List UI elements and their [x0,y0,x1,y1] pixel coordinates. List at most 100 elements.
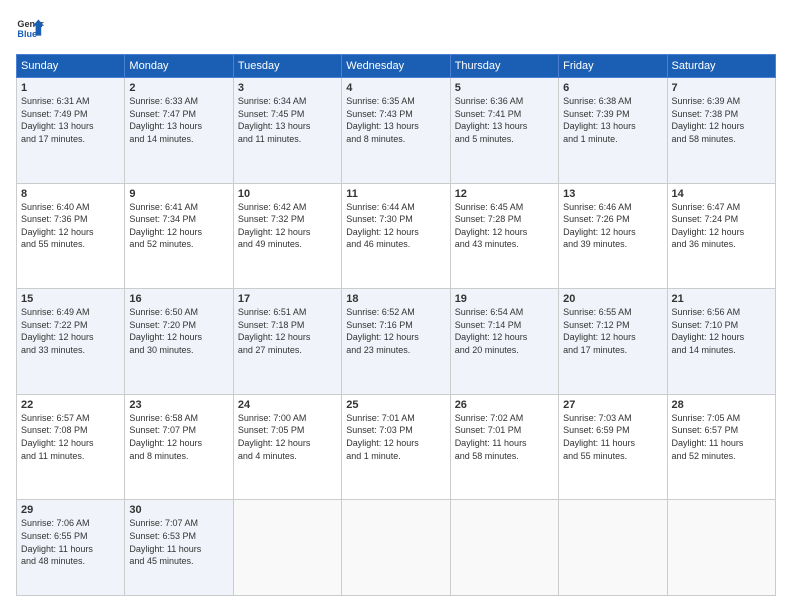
cell-line: Sunset: 7:38 PM [672,108,771,121]
cell-line: and 27 minutes. [238,344,337,357]
cell-line: Daylight: 12 hours [129,331,228,344]
cell-line: and 30 minutes. [129,344,228,357]
cell-line: Sunrise: 6:56 AM [672,306,771,319]
calendar-cell: 4Sunrise: 6:35 AMSunset: 7:43 PMDaylight… [342,78,450,184]
day-number: 11 [346,188,445,200]
cell-line: Sunrise: 7:00 AM [238,412,337,425]
day-number: 18 [346,293,445,305]
calendar-cell: 19Sunrise: 6:54 AMSunset: 7:14 PMDayligh… [450,289,558,395]
cell-line: Sunrise: 7:06 AM [21,517,120,530]
cell-content: Sunrise: 6:49 AMSunset: 7:22 PMDaylight:… [21,306,120,356]
calendar-cell [559,500,667,596]
cell-line: Daylight: 12 hours [21,331,120,344]
cell-line: Sunrise: 6:34 AM [238,95,337,108]
day-number: 26 [455,399,554,411]
calendar-cell: 7Sunrise: 6:39 AMSunset: 7:38 PMDaylight… [667,78,775,184]
cell-line: Sunrise: 7:01 AM [346,412,445,425]
cell-line: and 17 minutes. [563,344,662,357]
cell-line: and 39 minutes. [563,238,662,251]
cell-line: Sunset: 7:39 PM [563,108,662,121]
cell-line: Sunrise: 6:50 AM [129,306,228,319]
cell-line: Daylight: 13 hours [21,120,120,133]
calendar-cell: 24Sunrise: 7:00 AMSunset: 7:05 PMDayligh… [233,394,341,500]
cell-line: Sunrise: 6:55 AM [563,306,662,319]
calendar-cell: 15Sunrise: 6:49 AMSunset: 7:22 PMDayligh… [17,289,125,395]
cell-line: Sunrise: 6:39 AM [672,95,771,108]
cell-line: Sunset: 7:03 PM [346,424,445,437]
calendar-cell: 11Sunrise: 6:44 AMSunset: 7:30 PMDayligh… [342,183,450,289]
calendar-cell: 23Sunrise: 6:58 AMSunset: 7:07 PMDayligh… [125,394,233,500]
cell-line: Sunrise: 6:42 AM [238,201,337,214]
cell-content: Sunrise: 7:07 AMSunset: 6:53 PMDaylight:… [129,517,228,567]
cell-line: Sunset: 7:20 PM [129,319,228,332]
cell-line: Sunrise: 6:49 AM [21,306,120,319]
cell-line: Sunrise: 6:46 AM [563,201,662,214]
cell-line: Daylight: 13 hours [563,120,662,133]
calendar-cell [342,500,450,596]
cell-line: Sunrise: 6:44 AM [346,201,445,214]
cell-line: Sunrise: 7:02 AM [455,412,554,425]
cell-line: Sunset: 7:34 PM [129,213,228,226]
calendar-cell: 17Sunrise: 6:51 AMSunset: 7:18 PMDayligh… [233,289,341,395]
cell-line: Sunset: 7:05 PM [238,424,337,437]
weekday-header-thursday: Thursday [450,55,558,78]
cell-line: Daylight: 12 hours [346,331,445,344]
cell-content: Sunrise: 7:06 AMSunset: 6:55 PMDaylight:… [21,517,120,567]
weekday-header-saturday: Saturday [667,55,775,78]
cell-line: Sunrise: 6:38 AM [563,95,662,108]
calendar-cell: 22Sunrise: 6:57 AMSunset: 7:08 PMDayligh… [17,394,125,500]
cell-line: Sunset: 7:30 PM [346,213,445,226]
cell-line: and 1 minute. [563,133,662,146]
cell-line: Daylight: 12 hours [455,226,554,239]
calendar-cell: 29Sunrise: 7:06 AMSunset: 6:55 PMDayligh… [17,500,125,596]
cell-line: Daylight: 12 hours [238,437,337,450]
cell-line: Daylight: 12 hours [238,226,337,239]
calendar-cell: 14Sunrise: 6:47 AMSunset: 7:24 PMDayligh… [667,183,775,289]
cell-line: Sunrise: 6:54 AM [455,306,554,319]
calendar-cell: 18Sunrise: 6:52 AMSunset: 7:16 PMDayligh… [342,289,450,395]
cell-line: Daylight: 11 hours [129,543,228,556]
day-number: 25 [346,399,445,411]
calendar-cell: 3Sunrise: 6:34 AMSunset: 7:45 PMDaylight… [233,78,341,184]
weekday-header-friday: Friday [559,55,667,78]
cell-line: and 8 minutes. [129,450,228,463]
day-number: 14 [672,188,771,200]
cell-line: Sunset: 6:59 PM [563,424,662,437]
cell-line: Sunrise: 7:05 AM [672,412,771,425]
cell-content: Sunrise: 6:31 AMSunset: 7:49 PMDaylight:… [21,95,120,145]
cell-line: Sunset: 7:22 PM [21,319,120,332]
calendar-cell: 13Sunrise: 6:46 AMSunset: 7:26 PMDayligh… [559,183,667,289]
cell-line: Daylight: 12 hours [455,331,554,344]
calendar-cell: 1Sunrise: 6:31 AMSunset: 7:49 PMDaylight… [17,78,125,184]
calendar-cell: 6Sunrise: 6:38 AMSunset: 7:39 PMDaylight… [559,78,667,184]
calendar-cell: 9Sunrise: 6:41 AMSunset: 7:34 PMDaylight… [125,183,233,289]
cell-line: Sunset: 7:14 PM [455,319,554,332]
cell-line: Daylight: 12 hours [563,226,662,239]
cell-line: Daylight: 12 hours [21,437,120,450]
cell-content: Sunrise: 7:00 AMSunset: 7:05 PMDaylight:… [238,412,337,462]
cell-line: Sunset: 7:26 PM [563,213,662,226]
cell-line: Sunset: 7:16 PM [346,319,445,332]
calendar-cell: 28Sunrise: 7:05 AMSunset: 6:57 PMDayligh… [667,394,775,500]
day-number: 10 [238,188,337,200]
calendar-cell [233,500,341,596]
cell-line: Daylight: 12 hours [129,437,228,450]
cell-line: and 20 minutes. [455,344,554,357]
cell-line: Sunrise: 6:41 AM [129,201,228,214]
cell-line: Sunset: 7:24 PM [672,213,771,226]
cell-line: Daylight: 12 hours [346,437,445,450]
weekday-header-tuesday: Tuesday [233,55,341,78]
cell-line: Sunrise: 6:31 AM [21,95,120,108]
cell-line: and 49 minutes. [238,238,337,251]
cell-line: and 11 minutes. [238,133,337,146]
cell-line: Sunset: 7:07 PM [129,424,228,437]
cell-line: Sunset: 6:57 PM [672,424,771,437]
cell-line: and 45 minutes. [129,555,228,568]
cell-content: Sunrise: 6:45 AMSunset: 7:28 PMDaylight:… [455,201,554,251]
cell-line: Sunrise: 7:03 AM [563,412,662,425]
day-number: 12 [455,188,554,200]
cell-line: Sunrise: 6:35 AM [346,95,445,108]
cell-line: and 43 minutes. [455,238,554,251]
cell-line: and 5 minutes. [455,133,554,146]
cell-line: Daylight: 13 hours [455,120,554,133]
